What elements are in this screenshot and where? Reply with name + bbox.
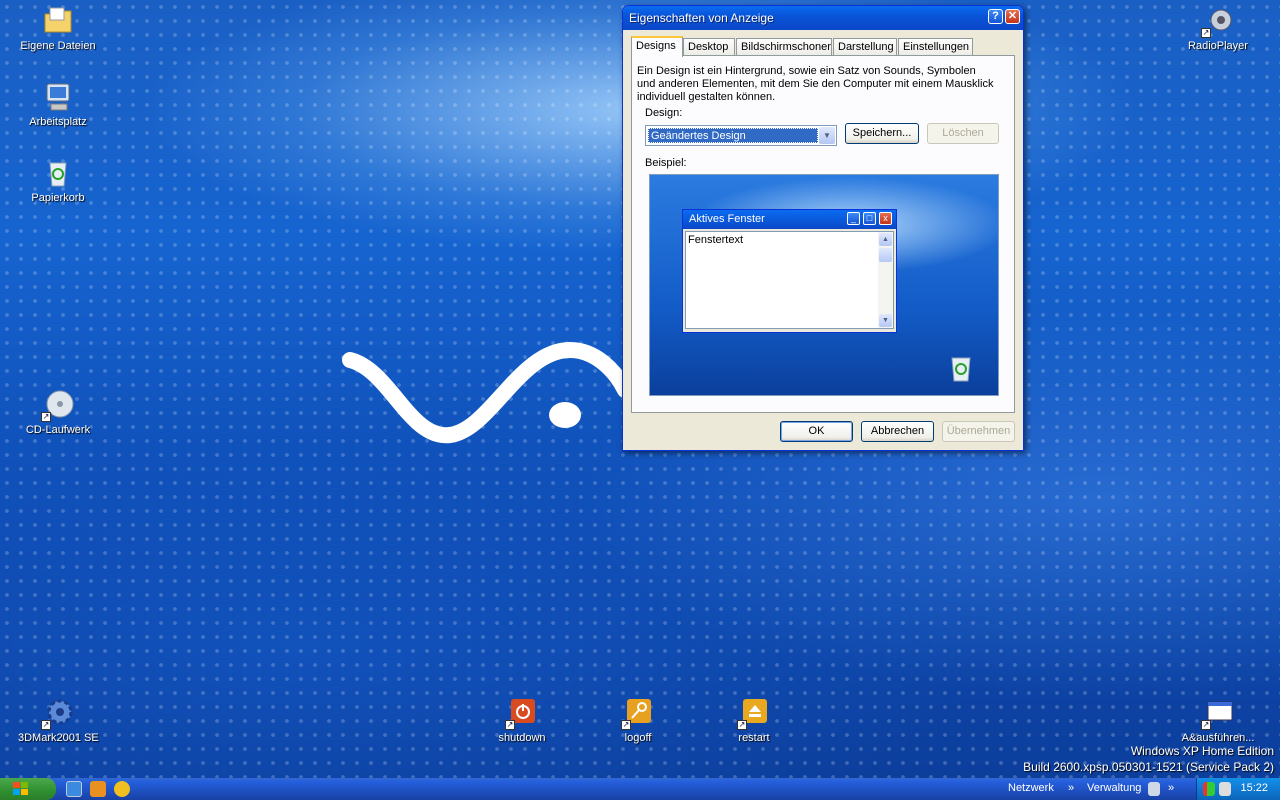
shortcut-arrow-icon: ↗ [505,720,515,730]
shortcut-arrow-icon: ↗ [1201,28,1211,38]
my-documents-icon [41,4,75,38]
key-icon: ↗ [621,696,655,730]
preview-scrollbar: ▲ ▼ [878,232,893,328]
desktop-icon-3dmark[interactable]: ↗ 3DMark2001 SE [18,696,99,744]
toolbar-netzwerk[interactable]: Netzwerk [1008,782,1054,794]
desktop-icon-radio-player[interactable]: ↗ RadioPlayer [1178,4,1258,52]
dialog-title: Eigenschaften von Anzeige [629,11,774,25]
recycle-bin-icon [951,357,971,382]
scroll-down-icon: ▼ [879,314,892,327]
design-preview: Aktives Fenster _ □ x Fenstertext ▲ ▼ [649,174,999,396]
system-tray: 15:22 [1196,778,1280,800]
desktop-icon-label: shutdown [498,732,546,744]
taskbar: Netzwerk » Verwaltung » 15:22 [0,778,1280,800]
preview-window-body: Fenstertext ▲ ▼ [685,231,894,329]
tab-appearance[interactable]: Darstellung [833,38,897,56]
scroll-up-icon: ▲ [879,233,892,246]
design-label: Design: [645,107,683,119]
os-version-info: Windows XP Home Edition Build 2600.xpsp.… [1023,743,1274,775]
ok-button[interactable]: OK [780,421,853,442]
toolbar-chevron-2[interactable]: » [1168,782,1174,794]
desktop-icon-label: Papierkorb [31,192,85,204]
tab-screensaver[interactable]: Bildschirmschoner [736,38,832,56]
my-computer-icon [41,80,75,114]
shortcut-arrow-icon: ↗ [1201,720,1211,730]
desktop-icon-my-documents[interactable]: Eigene Dateien [18,4,98,52]
display-properties-dialog: Eigenschaften von Anzeige ? ✕ Designs De… [622,5,1024,451]
scroll-thumb [879,248,892,262]
desktop-icon-label: RadioPlayer [1188,40,1248,52]
preview-window-title: Aktives Fenster [689,213,765,225]
example-label: Beispiel: [645,157,687,169]
help-button[interactable]: ? [988,9,1003,24]
desktop-icon-label: logoff [624,732,652,744]
delete-button[interactable]: Löschen [927,123,999,144]
shortcut-arrow-icon: ↗ [41,412,51,422]
vaio-logo [342,341,630,444]
network-status-icon[interactable] [1203,782,1215,796]
desktop-icon-cd-drive[interactable]: ↗ CD-Laufwerk [18,388,98,436]
gear-icon: ↗ [41,696,75,730]
desktop-icon-restart[interactable]: ↗ restart [714,696,794,744]
winamp-icon[interactable] [90,781,106,797]
desktop-icon-label: restart [738,732,770,744]
cd-drive-icon: ↗ [41,388,75,422]
verwaltung-icon[interactable] [1148,782,1160,796]
tab-desktop[interactable]: Desktop [683,38,735,56]
recycle-bin-icon [41,156,75,190]
desktop-icon-run[interactable]: ↗ A&ausführen... [1178,696,1258,744]
preview-active-window: Aktives Fenster _ □ x Fenstertext ▲ ▼ [682,209,897,333]
clock[interactable]: 15:22 [1240,782,1268,794]
cancel-button[interactable]: Abbrechen [861,421,934,442]
shortcut-arrow-icon: ↗ [737,720,747,730]
desktop-icon-my-computer[interactable]: Arbeitsplatz [18,80,98,128]
clock-icon[interactable] [114,781,130,797]
desktop-icon-logoff[interactable]: ↗ logoff [598,696,678,744]
design-description: Ein Design ist ein Hintergrund, sowie ei… [637,65,994,103]
tab-settings[interactable]: Einstellungen [898,38,973,56]
os-build: Build 2600.xpsp.050301-1521 (Service Pac… [1023,760,1274,774]
preview-window-titlebar: Aktives Fenster _ □ x [683,210,896,229]
dialog-titlebar[interactable]: Eigenschaften von Anzeige ? ✕ [623,6,1023,30]
power-icon: ↗ [505,696,539,730]
save-button[interactable]: Speichern... [845,123,919,144]
windows-logo-icon [13,782,28,795]
minimize-icon: _ [847,212,860,225]
design-select-value: Geändertes Design [648,128,818,143]
preview-window-text: Fenstertext [688,234,744,246]
toolbar-chevron[interactable]: » [1068,782,1074,794]
os-edition: Windows XP Home Edition [1130,744,1274,758]
close-button[interactable]: ✕ [1005,9,1020,24]
toolbar-verwaltung[interactable]: Verwaltung [1087,782,1141,794]
desktop-icon-label: CD-Laufwerk [25,424,91,436]
design-select[interactable]: Geändertes Design ▼ [645,125,837,146]
desktop-icon-label: 3DMark2001 SE [18,732,99,744]
desktop-icon-label: Arbeitsplatz [29,116,87,128]
maximize-icon: □ [863,212,876,225]
tab-designs[interactable]: Designs [631,36,683,57]
chevron-down-icon[interactable]: ▼ [819,127,835,144]
apply-button[interactable]: Übernehmen [942,421,1015,442]
desktop-icon-recycle-bin[interactable]: Papierkorb [18,156,98,204]
eject-icon: ↗ [737,696,771,730]
desktop-icon-label: Eigene Dateien [20,40,96,52]
close-icon: x [879,212,892,225]
desktop-icon-shutdown[interactable]: ↗ shutdown [482,696,562,744]
shortcut-arrow-icon: ↗ [41,720,51,730]
internet-explorer-icon[interactable] [66,781,82,797]
safely-remove-icon[interactable] [1219,782,1231,796]
start-button[interactable] [0,778,56,800]
radio-player-icon: ↗ [1201,4,1235,38]
run-icon: ↗ [1201,696,1235,730]
shortcut-arrow-icon: ↗ [621,720,631,730]
